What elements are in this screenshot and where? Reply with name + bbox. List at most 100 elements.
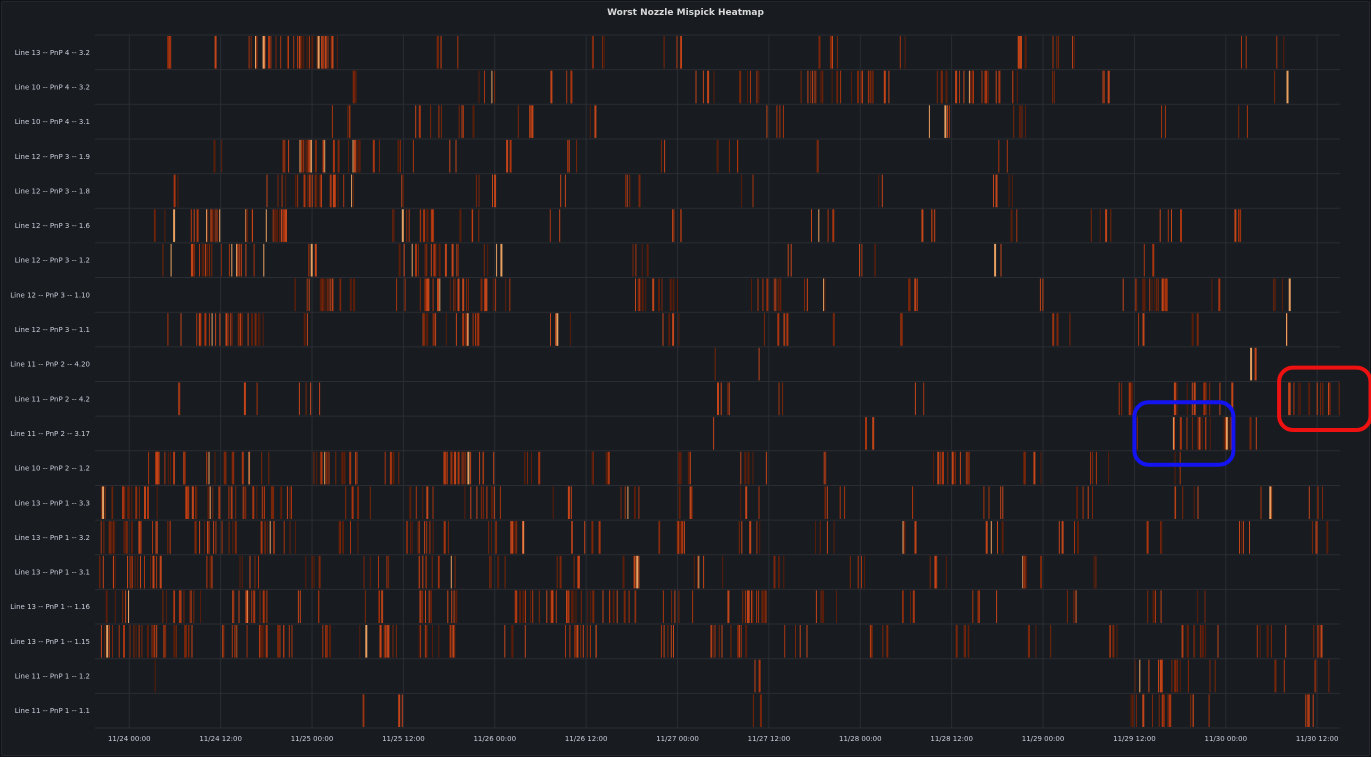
heatmap-cell[interactable] xyxy=(622,555,625,589)
heatmap-cell[interactable] xyxy=(635,243,637,277)
heatmap-cell[interactable] xyxy=(1146,521,1149,554)
heatmap-cell[interactable] xyxy=(934,209,936,242)
heatmap-cell[interactable] xyxy=(595,625,597,658)
heatmap-cell[interactable] xyxy=(820,70,822,104)
heatmap-cell[interactable] xyxy=(204,313,207,346)
heatmap-cell[interactable] xyxy=(1158,659,1159,693)
heatmap-cell[interactable] xyxy=(437,278,439,312)
heatmap-cell[interactable] xyxy=(921,209,924,242)
heatmap-cell[interactable] xyxy=(765,451,767,485)
heatmap-cell[interactable] xyxy=(412,139,414,173)
heatmap-cell[interactable] xyxy=(1073,590,1075,623)
heatmap-cell[interactable] xyxy=(452,625,455,658)
heatmap-cell[interactable] xyxy=(720,382,722,416)
heatmap-cell[interactable] xyxy=(231,243,233,277)
heatmap-cell[interactable] xyxy=(305,555,307,589)
heatmap-cell[interactable] xyxy=(867,70,869,104)
heatmap-cell[interactable] xyxy=(303,36,305,69)
heatmap-cell[interactable] xyxy=(236,625,238,658)
heatmap-cell[interactable] xyxy=(1192,694,1194,727)
heatmap-cell[interactable] xyxy=(981,70,983,104)
heatmap-cell[interactable] xyxy=(127,555,128,589)
heatmap-cell[interactable] xyxy=(265,209,267,242)
heatmap-cell[interactable] xyxy=(1214,659,1216,693)
heatmap-cell[interactable] xyxy=(571,590,574,623)
heatmap-cell[interactable] xyxy=(318,590,320,623)
heatmap-cell[interactable] xyxy=(1013,70,1014,104)
heatmap-cell[interactable] xyxy=(865,417,867,450)
heatmap-cell[interactable] xyxy=(692,590,694,623)
heatmap-cell[interactable] xyxy=(330,36,332,69)
heatmap-cell[interactable] xyxy=(206,209,208,242)
heatmap-cell[interactable] xyxy=(237,243,239,277)
heatmap-cell[interactable] xyxy=(780,278,782,312)
heatmap-cell[interactable] xyxy=(947,105,948,138)
heatmap-cell[interactable] xyxy=(929,555,931,589)
heatmap-cell[interactable] xyxy=(286,36,288,69)
heatmap-cell[interactable] xyxy=(409,486,412,519)
heatmap-cell[interactable] xyxy=(1320,382,1322,416)
heatmap-cell[interactable] xyxy=(625,174,626,208)
heatmap-cell[interactable] xyxy=(1180,209,1182,242)
heatmap-cell[interactable] xyxy=(510,521,512,554)
heatmap-cell[interactable] xyxy=(912,486,914,519)
heatmap-cell[interactable] xyxy=(832,209,835,242)
heatmap-cell[interactable] xyxy=(1024,36,1027,69)
heatmap-cell[interactable] xyxy=(762,590,764,623)
heatmap-cell[interactable] xyxy=(313,451,315,485)
heatmap-cell[interactable] xyxy=(281,174,283,208)
heatmap-cell[interactable] xyxy=(944,105,947,138)
heatmap-cell[interactable] xyxy=(495,521,498,554)
heatmap-cell[interactable] xyxy=(443,521,446,554)
heatmap-cell[interactable] xyxy=(1010,209,1013,242)
heatmap-cell[interactable] xyxy=(556,313,559,346)
heatmap-cell[interactable] xyxy=(467,451,470,485)
heatmap-cell[interactable] xyxy=(741,174,743,208)
heatmap-cell[interactable] xyxy=(439,555,440,589)
heatmap-cell[interactable] xyxy=(1161,694,1164,727)
heatmap-cell[interactable] xyxy=(1001,521,1004,554)
heatmap-cell[interactable] xyxy=(329,174,332,208)
heatmap-cell[interactable] xyxy=(824,486,826,519)
heatmap-cell[interactable] xyxy=(577,555,580,589)
heatmap-cell[interactable] xyxy=(1218,278,1221,312)
heatmap-cell[interactable] xyxy=(272,209,274,242)
heatmap-cell[interactable] xyxy=(1053,313,1055,346)
heatmap-cell[interactable] xyxy=(283,521,285,554)
heatmap-cell[interactable] xyxy=(1286,313,1287,346)
heatmap-cell[interactable] xyxy=(1142,313,1145,346)
heatmap-cell[interactable] xyxy=(254,313,257,346)
heatmap-cell[interactable] xyxy=(195,521,197,554)
heatmap-cell[interactable] xyxy=(484,278,487,312)
heatmap-cell[interactable] xyxy=(211,313,213,346)
heatmap-cell[interactable] xyxy=(782,105,784,138)
heatmap-cell[interactable] xyxy=(400,139,401,173)
heatmap-cell[interactable] xyxy=(337,139,340,173)
heatmap-cell[interactable] xyxy=(784,625,786,658)
heatmap-cell[interactable] xyxy=(955,625,958,658)
heatmap-cell[interactable] xyxy=(162,243,164,277)
heatmap-cell[interactable] xyxy=(1205,382,1207,416)
heatmap-cell[interactable] xyxy=(1209,417,1211,450)
heatmap-cell[interactable] xyxy=(1152,243,1155,277)
heatmap-cell[interactable] xyxy=(1285,625,1287,658)
heatmap-cell[interactable] xyxy=(417,243,419,277)
heatmap-cell[interactable] xyxy=(277,174,279,208)
heatmap-cell[interactable] xyxy=(638,555,640,589)
heatmap-cell[interactable] xyxy=(185,625,187,658)
heatmap-cell[interactable] xyxy=(728,139,730,173)
heatmap-cell[interactable] xyxy=(245,590,248,623)
heatmap-cell[interactable] xyxy=(248,590,250,623)
heatmap-cell[interactable] xyxy=(645,278,647,312)
heatmap-cell[interactable] xyxy=(167,521,169,554)
heatmap-cell[interactable] xyxy=(836,36,838,69)
heatmap-cell[interactable] xyxy=(759,521,761,554)
heatmap-cell[interactable] xyxy=(818,36,821,69)
heatmap-cell[interactable] xyxy=(751,590,753,623)
heatmap-cell[interactable] xyxy=(492,174,493,208)
heatmap-cell[interactable] xyxy=(135,625,137,658)
heatmap-cell[interactable] xyxy=(357,486,360,519)
heatmap-cell[interactable] xyxy=(1135,278,1137,312)
heatmap-cell[interactable] xyxy=(623,590,626,623)
heatmap-cell[interactable] xyxy=(208,521,210,554)
